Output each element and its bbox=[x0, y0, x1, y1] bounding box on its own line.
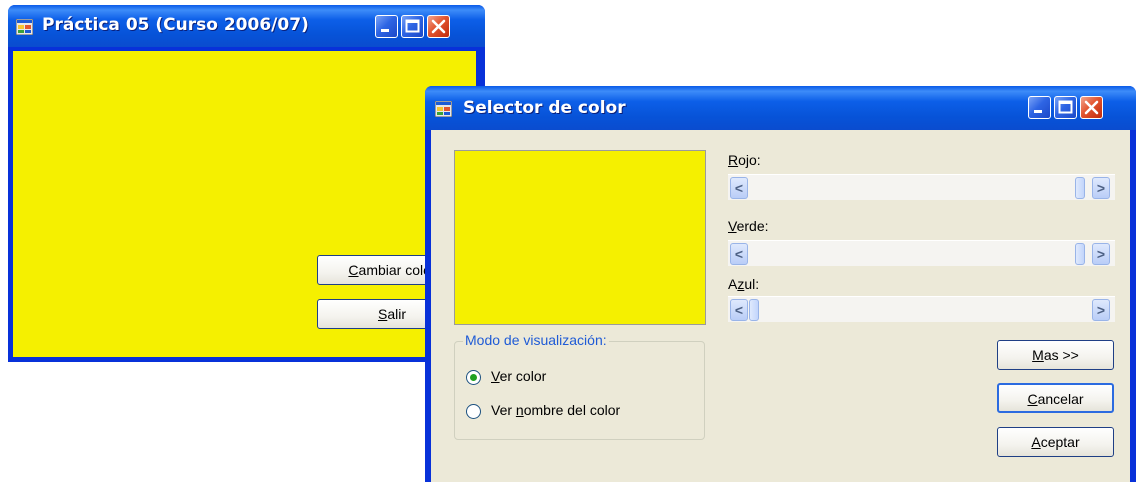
color-selector-dialog: Selector de color Rojo: < > Verde: < > A… bbox=[425, 86, 1136, 482]
accel-char: S bbox=[377, 306, 388, 322]
dialog-client-area: Rojo: < > Verde: < > Azul: < > Modo de v… bbox=[431, 130, 1130, 482]
accel-char: C bbox=[1027, 391, 1038, 407]
maximize-icon bbox=[1058, 100, 1073, 114]
label-text: ombre del color bbox=[523, 402, 621, 418]
dialog-title: Selector de color bbox=[463, 98, 626, 118]
scroll-right-arrow-icon[interactable]: > bbox=[1092, 299, 1110, 321]
accel-char: V bbox=[728, 218, 737, 234]
accel-char: n bbox=[515, 402, 524, 418]
scroll-left-arrow-icon[interactable]: < bbox=[730, 299, 748, 321]
minimize-icon bbox=[381, 29, 389, 32]
label-text: ul: bbox=[744, 276, 760, 292]
aceptar-button[interactable]: Aceptar bbox=[997, 427, 1114, 457]
maximize-button[interactable] bbox=[401, 15, 424, 38]
label-text: ojo: bbox=[738, 152, 761, 168]
scroll-left-arrow-icon[interactable]: < bbox=[730, 243, 748, 265]
accel-char: C bbox=[348, 262, 359, 278]
rojo-label: Rojo: bbox=[728, 152, 761, 168]
display-mode-group: Modo de visualización: Ver color Ver nom… bbox=[454, 332, 705, 440]
cancelar-button[interactable]: Cancelar bbox=[997, 383, 1114, 413]
scroll-thumb[interactable] bbox=[749, 299, 759, 321]
button-label: as >> bbox=[1043, 347, 1079, 363]
scroll-thumb[interactable] bbox=[1075, 243, 1085, 265]
ver-color-label[interactable]: Ver color bbox=[491, 368, 546, 384]
accel-char: R bbox=[728, 152, 739, 168]
label-text: A bbox=[728, 276, 738, 292]
minimize-button[interactable] bbox=[1028, 96, 1051, 119]
label-text: er color bbox=[499, 368, 547, 384]
accel-char: M bbox=[1032, 347, 1044, 363]
color-preview bbox=[454, 150, 706, 325]
app-icon bbox=[16, 19, 33, 35]
minimize-icon bbox=[1034, 110, 1042, 113]
main-client-area: Cambiar color Salir bbox=[13, 51, 476, 357]
label-text: Ver bbox=[491, 402, 516, 418]
button-label: ceptar bbox=[1040, 434, 1080, 450]
verde-scrollbar[interactable]: < > bbox=[728, 240, 1115, 266]
button-label: ancelar bbox=[1037, 391, 1084, 407]
radio-dot bbox=[470, 374, 477, 381]
ver-nombre-radio[interactable] bbox=[466, 404, 481, 419]
mas-button[interactable]: Mas >> bbox=[997, 340, 1114, 370]
accel-char: V bbox=[491, 368, 500, 384]
scroll-left-arrow-icon[interactable]: < bbox=[730, 177, 748, 199]
scroll-right-arrow-icon[interactable]: > bbox=[1092, 177, 1110, 199]
close-icon bbox=[1084, 100, 1099, 115]
rojo-scrollbar[interactable]: < > bbox=[728, 174, 1115, 200]
main-window-title: Práctica 05 (Curso 2006/07) bbox=[42, 15, 309, 35]
maximize-button[interactable] bbox=[1054, 96, 1077, 119]
close-icon bbox=[431, 19, 446, 34]
group-title: Modo de visualización: bbox=[463, 332, 609, 348]
ver-color-radio[interactable] bbox=[466, 370, 481, 385]
app-icon bbox=[435, 101, 452, 117]
ver-nombre-label[interactable]: Ver nombre del color bbox=[491, 402, 620, 418]
main-titlebar[interactable]: Práctica 05 (Curso 2006/07) bbox=[8, 5, 485, 47]
azul-scrollbar[interactable]: < > bbox=[728, 296, 1115, 322]
maximize-icon bbox=[405, 19, 420, 33]
button-label: alir bbox=[387, 306, 406, 322]
azul-label: Azul: bbox=[728, 276, 759, 292]
scroll-thumb[interactable] bbox=[1075, 177, 1085, 199]
close-button[interactable] bbox=[1080, 96, 1103, 119]
minimize-button[interactable] bbox=[375, 15, 398, 38]
verde-label: Verde: bbox=[728, 218, 769, 234]
accel-char: A bbox=[1031, 434, 1041, 450]
main-window: Práctica 05 (Curso 2006/07) Cambiar colo… bbox=[8, 5, 485, 362]
scroll-right-arrow-icon[interactable]: > bbox=[1092, 243, 1110, 265]
close-button[interactable] bbox=[427, 15, 450, 38]
dialog-titlebar[interactable]: Selector de color bbox=[425, 86, 1136, 130]
label-text: erde: bbox=[736, 218, 769, 234]
